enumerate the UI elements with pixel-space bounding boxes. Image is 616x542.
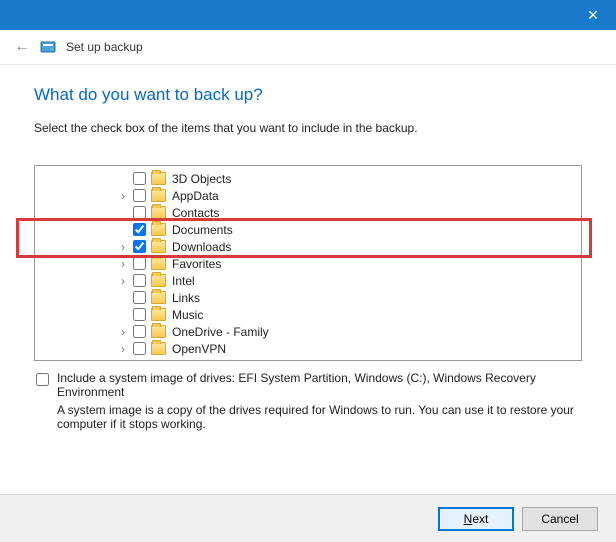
tree-item-label: Links [172,291,200,305]
tree-item-label: Music [172,308,203,322]
backup-icon [40,39,56,55]
tree-item-checkbox[interactable] [133,342,146,355]
expand-chevron-icon[interactable]: › [117,325,129,339]
backup-items-tree[interactable]: 3D Objects › AppData Contacts Documents › Down… [34,165,582,361]
folder-icon [151,308,166,321]
tree-item-checkbox[interactable] [133,274,146,287]
expand-chevron-icon[interactable]: › [117,274,129,288]
tree-item[interactable]: 3D Objects [37,170,579,187]
content-area: What do you want to back up? Select the … [0,65,616,441]
system-image-checkbox[interactable] [36,373,49,386]
tree-item-checkbox[interactable] [133,172,146,185]
page-title: What do you want to back up? [34,85,582,105]
titlebar: ✕ [0,0,616,30]
folder-icon [151,342,166,355]
folder-icon [151,291,166,304]
tree-item-label: Intel [172,274,195,288]
tree-item-label: 3D Objects [172,172,231,186]
folder-icon [151,257,166,270]
folder-icon [151,189,166,202]
tree-item-checkbox[interactable] [133,325,146,338]
tree-item[interactable]: Links [37,289,579,306]
tree-item-label: Documents [172,223,233,237]
tree-item-label: Contacts [172,206,219,220]
expand-chevron-icon[interactable]: › [117,257,129,271]
expand-chevron-icon[interactable]: › [117,240,129,254]
next-button[interactable]: Next [438,507,514,531]
tree-item-checkbox[interactable] [133,189,146,202]
tree-item[interactable]: Contacts [37,204,579,221]
tree-item-label: OneDrive - Family [172,325,269,339]
tree-item-checkbox[interactable] [133,223,146,236]
system-image-option: Include a system image of drives: EFI Sy… [34,371,582,431]
folder-icon [151,240,166,253]
tree-item-checkbox[interactable] [133,206,146,219]
tree-item-label: Favorites [172,257,221,271]
expand-chevron-icon[interactable]: › [117,342,129,356]
tree-item[interactable]: › Downloads [37,238,579,255]
system-image-description: A system image is a copy of the drives r… [57,403,582,431]
close-icon: ✕ [587,7,599,24]
close-button[interactable]: ✕ [570,0,616,30]
tree-item-checkbox[interactable] [133,240,146,253]
expand-chevron-icon[interactable]: › [117,189,129,203]
cancel-button[interactable]: Cancel [522,507,598,531]
wizard-title: Set up backup [66,40,143,54]
tree-item-label: Downloads [172,240,231,254]
system-image-label: Include a system image of drives: EFI Sy… [57,371,582,399]
tree-item-label: AppData [172,189,219,203]
tree-item[interactable]: › Favorites [37,255,579,272]
tree-item[interactable]: Documents [37,221,579,238]
back-arrow-icon[interactable]: ← [14,38,30,56]
folder-icon [151,223,166,236]
tree-item[interactable]: Music [37,306,579,323]
instruction-text: Select the check box of the items that y… [34,121,582,135]
tree-item[interactable]: › OneDrive - Family [37,323,579,340]
folder-icon [151,172,166,185]
folder-icon [151,206,166,219]
tree-item[interactable]: › Intel [37,272,579,289]
tree-item-checkbox[interactable] [133,291,146,304]
tree-item[interactable]: › OpenVPN [37,340,579,357]
tree-item-checkbox[interactable] [133,257,146,270]
tree-item-checkbox[interactable] [133,308,146,321]
tree-item-label: OpenVPN [172,342,226,356]
wizard-footer: Next Cancel [0,494,616,542]
tree-item[interactable]: › AppData [37,187,579,204]
folder-icon [151,274,166,287]
wizard-header: ← Set up backup [0,30,616,65]
folder-icon [151,325,166,338]
